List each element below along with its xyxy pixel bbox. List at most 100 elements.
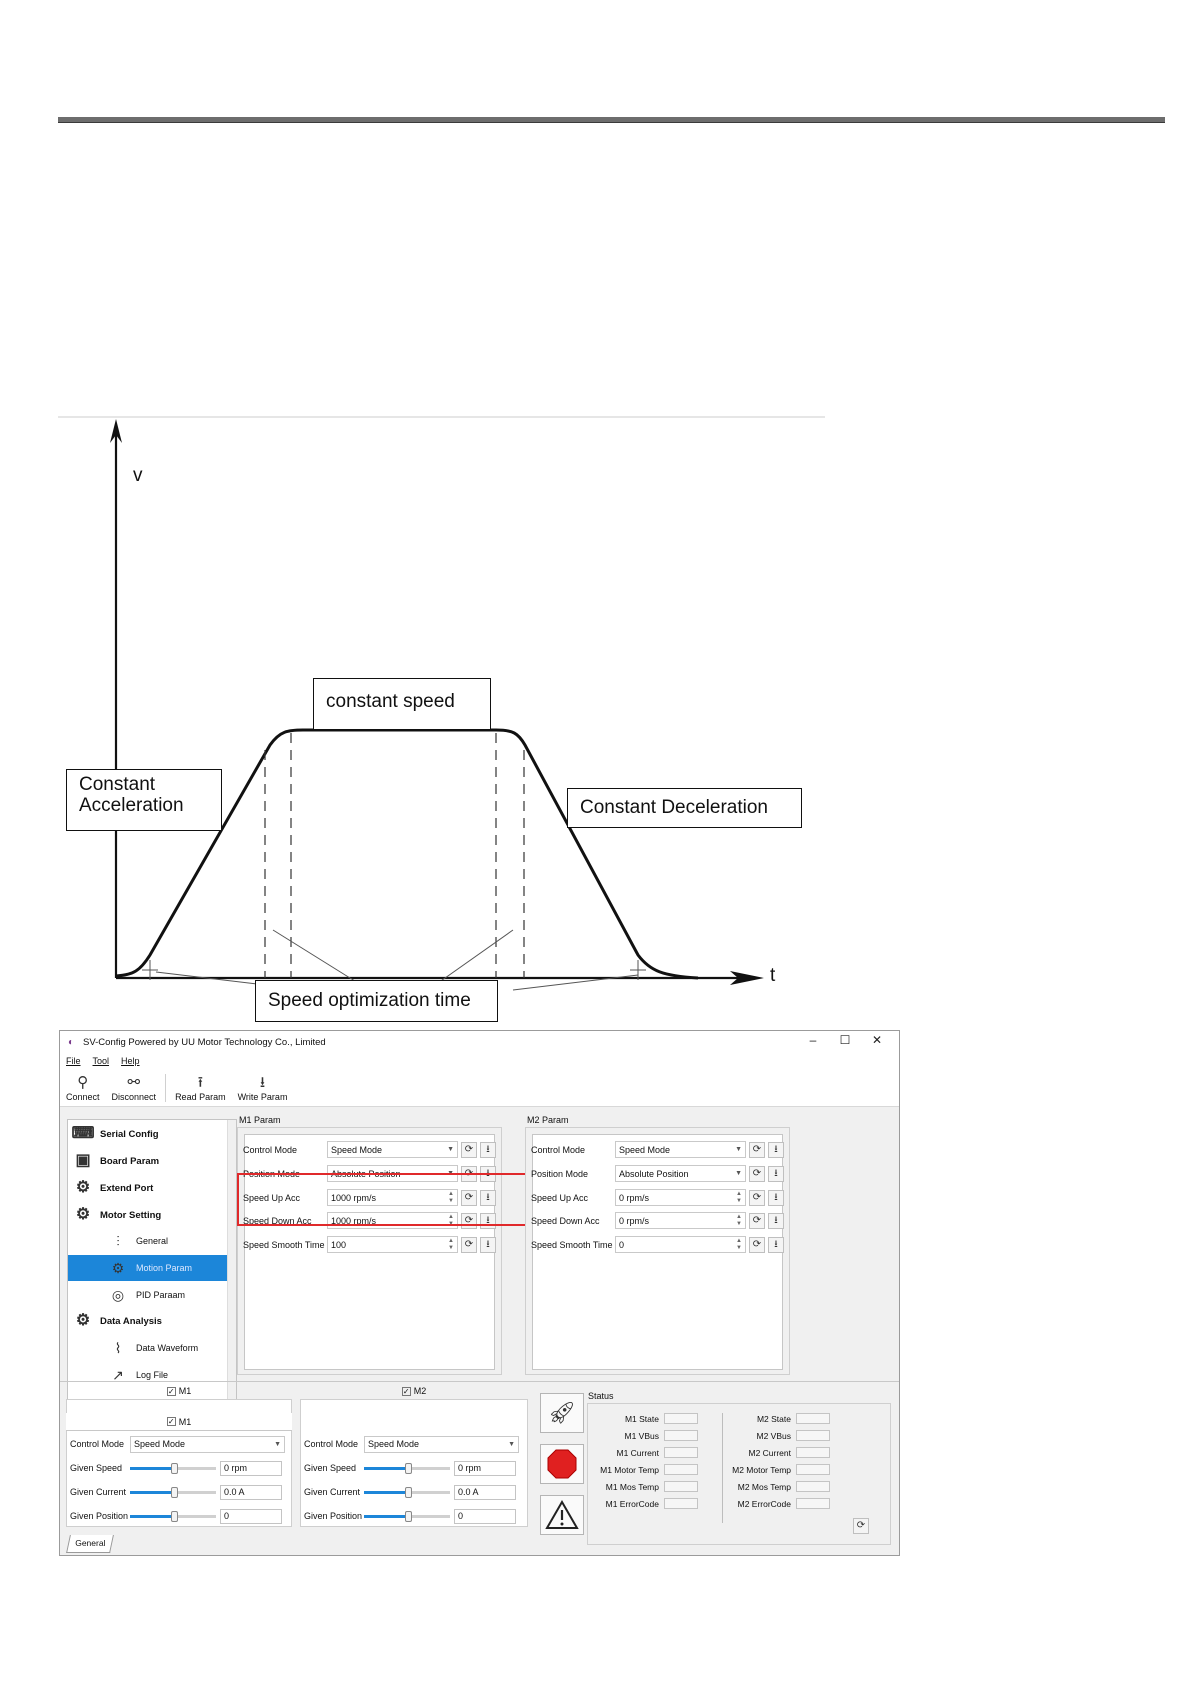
menu-help[interactable]: Help	[115, 1053, 146, 1069]
nav-board-param[interactable]: ▣ Board Param	[70, 1148, 159, 1174]
m1-given-current-slider[interactable]	[130, 1485, 216, 1499]
m2-smooth-write-button[interactable]: ⭳	[768, 1236, 784, 1253]
m2-control-mode-write-button[interactable]: ⭳	[768, 1141, 784, 1158]
nav-general[interactable]: ⫶ General	[68, 1228, 227, 1254]
nav-motor-setting[interactable]: ⚙ Motor Setting	[70, 1202, 161, 1228]
m2-speed-down-refresh-button[interactable]: ⟳	[749, 1212, 765, 1229]
nav-data-waveform[interactable]: ⌇ Data Waveform	[68, 1335, 227, 1361]
m2-speed-down-spinbox[interactable]: 0 rpm/s ▲ ▼	[615, 1212, 746, 1229]
m1-errorcode-field: M1 ErrorCode	[590, 1498, 698, 1509]
tab-general[interactable]: General	[66, 1535, 114, 1553]
constant-speed-label: constant speed	[313, 678, 491, 730]
menu-tool[interactable]: Tool	[87, 1053, 116, 1069]
m2-speed-up-spinbox[interactable]: 0 rpm/s ▲ ▼	[615, 1189, 746, 1206]
nav-scrollbar[interactable]	[227, 1120, 236, 1404]
m2-given-speed-slider[interactable]	[364, 1461, 450, 1475]
menu-file[interactable]: File	[60, 1053, 87, 1069]
toolbar: ⚲ Connect ⚯ Disconnect ⭱ Read Param ⭳ Write …	[60, 1069, 899, 1107]
chevron-down-icon: ▼	[735, 1170, 742, 1177]
m1-param-title: M1 Param	[239, 1115, 281, 1125]
analysis-gear-icon: ⚙	[75, 1312, 91, 1329]
m2-given-current-slider[interactable]	[364, 1485, 450, 1499]
m2-smooth-refresh-button[interactable]: ⟳	[749, 1236, 765, 1253]
acc-highlight-box	[237, 1173, 541, 1226]
minimize-button[interactable]: –	[797, 1033, 829, 1047]
close-button[interactable]: ✕	[861, 1033, 893, 1047]
m1-given-current-field[interactable]: 0.0 A	[220, 1484, 282, 1500]
m2-checkbox-label[interactable]: ✓ M2	[300, 1386, 528, 1402]
chip-icon: ▣	[75, 1152, 91, 1169]
nav-data-analysis[interactable]: ⚙ Data Analysis	[70, 1308, 162, 1334]
m2-speed-up-refresh-button[interactable]: ⟳	[749, 1189, 765, 1206]
speed-optimization-label: Speed optimization time	[255, 980, 498, 1022]
m2-control-mode-select[interactable]: Speed Mode ▼	[615, 1141, 746, 1158]
chevron-down-icon: ▼	[274, 1440, 281, 1448]
m1-checkbox-label[interactable]: ✓ M1	[66, 1386, 292, 1402]
m1-panel-control-mode-select[interactable]: Speed Mode ▼	[130, 1435, 285, 1453]
m2-smooth-spinbox[interactable]: 0 ▲ ▼	[615, 1236, 746, 1253]
m1-state-field: M1 State	[590, 1413, 698, 1424]
slider-handle[interactable]	[171, 1511, 178, 1522]
m1-given-speed-slider[interactable]	[130, 1461, 216, 1475]
m1-control-mode-row: Control Mode Speed Mode ▼	[70, 1435, 285, 1453]
slider-handle[interactable]	[405, 1463, 412, 1474]
nav-extend-port[interactable]: ⚙ Extend Port	[70, 1175, 153, 1201]
m1-smooth-refresh-button[interactable]: ⟳	[461, 1236, 477, 1253]
run-button[interactable]: 🚀︎	[540, 1393, 584, 1433]
m1-control-mode-write-button[interactable]: ⭳	[480, 1141, 496, 1158]
nav-pid-param[interactable]: ◎ PID Paraam	[68, 1282, 227, 1308]
m2-speed-up-write-button[interactable]: ⭳	[768, 1189, 784, 1206]
slider-handle[interactable]	[171, 1487, 178, 1498]
m1-given-position-field[interactable]: 0	[220, 1508, 282, 1524]
m2-position-mode-refresh-button[interactable]: ⟳	[749, 1165, 765, 1182]
m2-given-position-slider[interactable]	[364, 1509, 450, 1523]
m1-mos-temp-field: M1 Mos Temp	[590, 1481, 698, 1492]
nav-log-file[interactable]: ↗ Log File	[68, 1362, 227, 1388]
m1-given-speed-row: Given Speed 0 rpm	[70, 1459, 282, 1477]
m2-panel-control-mode-select[interactable]: Speed Mode ▼	[364, 1435, 519, 1453]
m2-errorcode-field: M2 ErrorCode	[722, 1498, 830, 1509]
m1-smooth-write-button[interactable]: ⭳	[480, 1236, 496, 1253]
m2-given-speed-field[interactable]: 0 rpm	[454, 1460, 516, 1476]
spin-arrows-icon: ▲ ▼	[736, 1214, 742, 1227]
pid-icon: ◎	[111, 1286, 125, 1303]
m1-motor-temp-field: M1 Motor Temp	[590, 1464, 698, 1475]
m2-position-mode-write-button[interactable]: ⭳	[768, 1165, 784, 1182]
m2-checkbox[interactable]: ✓	[401, 1387, 411, 1396]
m2-speed-down-write-button[interactable]: ⭳	[768, 1212, 784, 1229]
menu-bar: File Tool Help	[60, 1053, 899, 1069]
m1-control-mode-refresh-button[interactable]: ⟳	[461, 1141, 477, 1158]
m1-tab[interactable]: ✓ M1	[66, 1413, 292, 1431]
m1-given-position-slider[interactable]	[130, 1509, 216, 1523]
stop-button[interactable]	[540, 1444, 584, 1484]
warning-button[interactable]	[540, 1495, 584, 1535]
disconnect-button[interactable]: ⚯ Disconnect	[106, 1074, 163, 1106]
waveform-icon: ⌇	[114, 1339, 122, 1356]
m1-smooth-spinbox[interactable]: 100 ▲ ▼	[327, 1236, 458, 1253]
read-param-button[interactable]: ⭱ Read Param	[169, 1074, 232, 1106]
status-refresh-button[interactable]: ⟳	[853, 1518, 869, 1534]
m2-given-current-field[interactable]: 0.0 A	[454, 1484, 516, 1500]
slider-handle[interactable]	[405, 1487, 412, 1498]
m2-control-mode-row: Control Mode Speed Mode ▼ ⟳ ⭳	[529, 1141, 784, 1158]
window-title: SV-Config Powered by UU Motor Technology…	[83, 1036, 326, 1048]
m2-control-mode-refresh-button[interactable]: ⟳	[749, 1141, 765, 1158]
download-arrow-icon: ⭳	[259, 1074, 266, 1091]
m1-checkbox[interactable]: ✓	[166, 1417, 176, 1426]
nav-serial-config[interactable]: ⌨ Serial Config	[70, 1121, 158, 1147]
nav-tree: ⌨ Serial Config ▣ Board Param ⚙ Extend Port…	[67, 1119, 237, 1405]
m2-position-mode-select[interactable]: Absolute Position ▼	[615, 1165, 746, 1182]
connect-button[interactable]: ⚲ Connect	[60, 1074, 106, 1106]
maximize-button[interactable]: ☐	[829, 1033, 861, 1047]
slider-handle[interactable]	[171, 1463, 178, 1474]
m1-control-mode-select[interactable]: Speed Mode ▼	[327, 1141, 458, 1158]
m2-mos-temp-field: M2 Mos Temp	[722, 1481, 830, 1492]
slider-handle[interactable]	[405, 1511, 412, 1522]
write-param-button[interactable]: ⭳ Write Param	[232, 1074, 294, 1106]
speed-curve	[115, 728, 699, 980]
spin-arrows-icon: ▲ ▼	[736, 1238, 742, 1251]
m2-given-position-field[interactable]: 0	[454, 1508, 516, 1524]
m1-given-speed-field[interactable]: 0 rpm	[220, 1460, 282, 1476]
status-title: Status	[588, 1391, 614, 1401]
nav-motion-param[interactable]: ⚙ Motion Param	[68, 1255, 227, 1281]
